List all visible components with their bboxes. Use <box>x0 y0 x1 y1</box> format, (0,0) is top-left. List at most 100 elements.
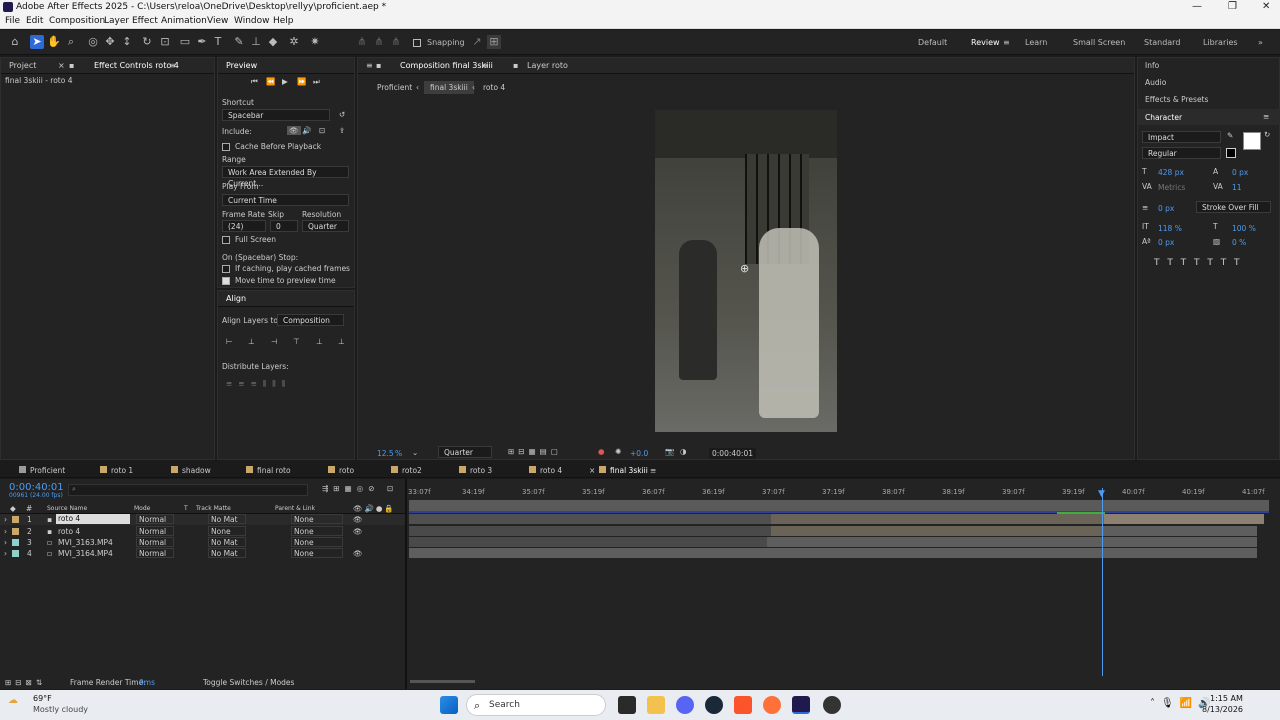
resolution-select[interactable]: Quarter <box>302 220 349 232</box>
align-to-select[interactable]: Composition <box>277 314 344 326</box>
lock-icon[interactable]: ▪ <box>69 61 74 70</box>
comp-viewer-frame[interactable]: ⊕ <box>655 110 837 432</box>
workspace-learn[interactable]: Learn <box>1025 38 1047 47</box>
align-vcenter-icon[interactable]: ⊥ <box>316 337 323 346</box>
move-time-checkbox[interactable] <box>222 277 230 285</box>
chevron-down-icon[interactable]: ⌄ <box>412 448 418 457</box>
align-3d-icon[interactable]: ⋔ <box>355 35 369 49</box>
tab-roto[interactable]: roto <box>328 466 354 475</box>
framerate-select[interactable]: (24) <box>222 220 266 232</box>
menu-layer[interactable]: Layer <box>104 16 129 26</box>
layer-bar[interactable] <box>409 514 771 524</box>
playhead[interactable] <box>1102 488 1103 676</box>
parent-select[interactable]: None <box>291 514 343 524</box>
firefox-icon[interactable] <box>763 696 781 714</box>
task-view-icon[interactable] <box>618 696 636 714</box>
after-effects-icon[interactable] <box>792 696 810 714</box>
workspace-review[interactable]: Review <box>971 38 1000 47</box>
align-bottom-icon[interactable]: ⊥ <box>338 337 345 346</box>
lock-icon[interactable]: ▪ <box>376 61 381 70</box>
info-panel-label[interactable]: Info <box>1145 61 1159 70</box>
expand-icon[interactable]: › <box>4 549 7 558</box>
anchor-tool-icon[interactable]: ⊡ <box>158 35 172 49</box>
range-select[interactable]: Work Area Extended By Current... <box>222 166 349 188</box>
first-frame-icon[interactable]: ⏮ <box>251 77 258 87</box>
parent-select[interactable]: None <box>291 526 343 536</box>
type-tool-icon[interactable]: T <box>211 35 225 49</box>
roto-brush-icon[interactable]: ✲ <box>287 35 301 49</box>
stroke-mode-select[interactable]: Stroke Over Fill <box>1196 201 1271 213</box>
layer-bar[interactable] <box>767 537 1257 547</box>
snapping-checkbox[interactable] <box>413 39 421 47</box>
visibility-icon[interactable]: 👁 <box>353 515 363 524</box>
visibility-icon[interactable]: 👁 <box>353 549 363 558</box>
effects-presets-label[interactable]: Effects & Presets <box>1145 95 1208 104</box>
layer-name[interactable]: MVI_3163.MP4 <box>58 538 113 547</box>
swap-colors-icon[interactable]: ↻ <box>1264 130 1270 139</box>
text-style-icons[interactable]: TTTTTTT <box>1154 258 1248 268</box>
cache-checkbox[interactable] <box>222 143 230 151</box>
play-icon[interactable]: ▶ <box>282 77 288 86</box>
stroke-color-swatch[interactable] <box>1226 148 1236 158</box>
footer-icons[interactable]: ⊞⊟⊠⇅ <box>5 678 46 687</box>
maximize-icon[interactable]: ❐ <box>1228 1 1237 12</box>
layer-bar[interactable] <box>771 514 1104 524</box>
tab-roto-3[interactable]: roto 3 <box>459 466 492 475</box>
parent-select[interactable]: None <box>291 548 343 558</box>
playfrom-select[interactable]: Current Time <box>222 194 349 206</box>
crumb-proficient[interactable]: Proficient <box>377 83 412 92</box>
show-snapshot-icon[interactable]: ◑ <box>680 447 687 456</box>
menu-view[interactable]: View <box>207 16 228 26</box>
parent-col[interactable]: Parent & Link <box>275 505 315 512</box>
clock-time[interactable]: 1:15 AM <box>1210 694 1243 703</box>
comp-menu-icon[interactable]: ≡ <box>366 61 373 70</box>
hand-tool-icon[interactable]: ✋ <box>47 35 61 49</box>
mode-col[interactable]: Mode <box>134 505 150 512</box>
tab-roto-4[interactable]: roto 4 <box>529 466 562 475</box>
video-icon[interactable]: 👁 <box>287 126 301 135</box>
layer-name[interactable]: roto 4 <box>58 527 80 536</box>
track-matte-select[interactable]: No Mat <box>208 548 246 558</box>
close-icon[interactable]: × <box>58 61 65 70</box>
if-caching-checkbox[interactable] <box>222 265 230 273</box>
crumb-final[interactable]: final 3skiii <box>424 81 474 94</box>
tab-roto2[interactable]: roto2 <box>391 466 422 475</box>
toggle-switches-button[interactable]: Toggle Switches / Modes <box>203 678 294 687</box>
brave-icon[interactable] <box>734 696 752 714</box>
eyedropper-icon[interactable]: ✎ <box>1227 131 1233 140</box>
mode-select[interactable]: Normal <box>136 548 174 558</box>
minimize-icon[interactable]: — <box>1192 1 1202 12</box>
horizontal-scale-value[interactable]: 100 % <box>1232 224 1256 233</box>
pen-tool-icon[interactable]: ✒ <box>195 35 209 49</box>
file-explorer-icon[interactable] <box>647 696 665 714</box>
last-frame-icon[interactable]: ⏭ <box>313 77 320 87</box>
workspace-menu-icon[interactable]: ≡ <box>1003 38 1010 47</box>
comp-tab-menu-icon[interactable]: ≡ <box>482 61 489 70</box>
workspace-default[interactable]: Default <box>918 38 947 47</box>
panel-menu-icon[interactable]: ≡ <box>169 61 176 70</box>
audio-icon[interactable]: 🔊 <box>302 126 311 135</box>
menu-window[interactable]: Window <box>234 16 270 26</box>
workspace-overflow-icon[interactable]: » <box>1258 38 1263 47</box>
next-frame-icon[interactable]: ⏩ <box>297 77 306 86</box>
resolution-select[interactable]: Quarter <box>438 446 492 458</box>
align-top-icon[interactable]: ⊤ <box>293 337 300 346</box>
zoom-slider[interactable] <box>410 680 475 683</box>
audio-panel-label[interactable]: Audio <box>1145 78 1166 87</box>
fill-color-swatch[interactable] <box>1243 132 1261 150</box>
track-matte-select[interactable]: No Mat <box>208 537 246 547</box>
crumb-roto[interactable]: roto 4 <box>483 83 505 92</box>
close-icon[interactable]: ✕ <box>1262 1 1270 12</box>
layer-row[interactable]: › 1 ▪ roto 4 Normal No Mat None 👁 <box>0 514 405 525</box>
steam-icon[interactable] <box>705 696 723 714</box>
stroke-width-value[interactable]: 0 px <box>1158 204 1174 213</box>
anchor-point-icon[interactable]: ⊕ <box>740 262 749 275</box>
mode-select[interactable]: Normal <box>136 514 174 524</box>
tracking-value[interactable]: 11 <box>1232 183 1242 192</box>
pan-tool-icon[interactable]: ✥ <box>103 35 117 49</box>
export-icon[interactable]: ⇪ <box>339 126 345 135</box>
menu-animation[interactable]: Animation <box>161 16 207 26</box>
tab-project[interactable]: Project <box>9 61 36 70</box>
menu-file[interactable]: File <box>5 16 20 26</box>
distribute-icons[interactable]: ≡≡≡⫼⫼⫼ <box>226 379 291 389</box>
